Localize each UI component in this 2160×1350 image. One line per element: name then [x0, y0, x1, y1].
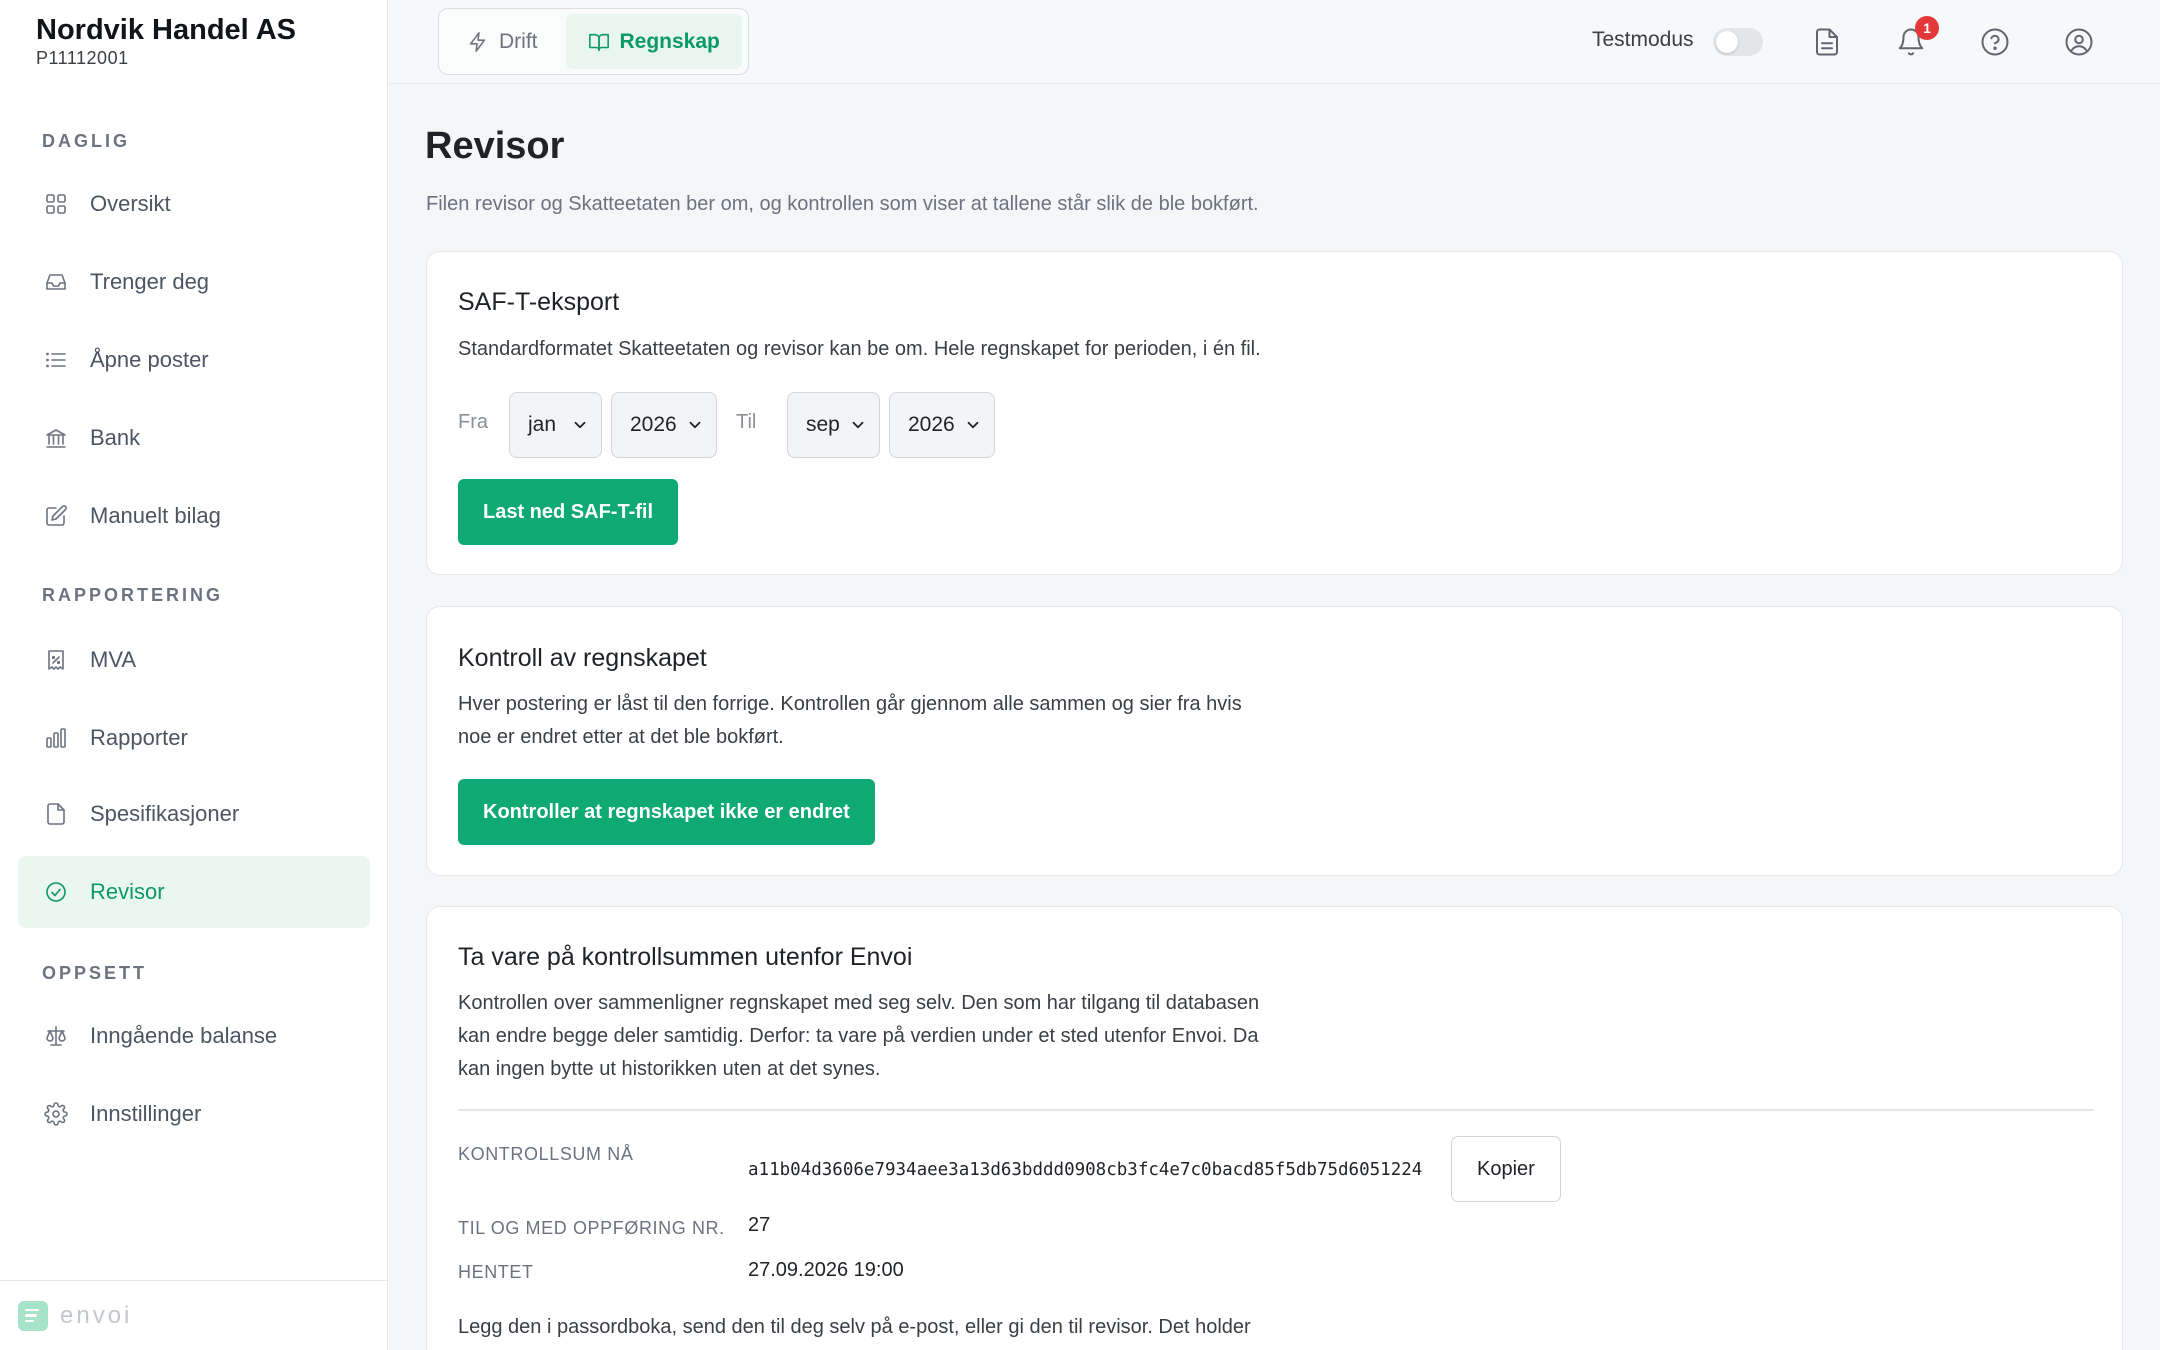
section-label-oppsett: OPPSETT [42, 963, 148, 983]
fetched-value: 27.09.2026 19:00 [748, 1259, 904, 1281]
mode-regnskap-label: Regnskap [619, 29, 720, 53]
saft-description: Standardformatet Skatteetaten og revisor… [458, 338, 1261, 360]
mode-regnskap-button[interactable]: Regnskap [565, 14, 742, 69]
mode-switch: Drift Regnskap [438, 8, 749, 75]
mode-drift-label: Drift [499, 29, 538, 53]
testmodus-label: Testmodus [1592, 28, 1694, 51]
receipt-percent-icon [42, 646, 70, 674]
envoi-logo-icon [18, 1300, 48, 1331]
copy-button[interactable]: Kopier [1451, 1136, 1561, 1202]
to-month-value: sep [806, 413, 840, 436]
document-icon[interactable] [1807, 22, 1847, 62]
org-id: P11112001 [36, 48, 129, 68]
sidebar-item-label: Inngående balanse [90, 1023, 278, 1048]
run-control-button[interactable]: Kontroller at regnskapet ikke er endret [458, 779, 875, 845]
checksum-title: Ta vare på kontrollsummen utenfor Envoi [458, 943, 913, 971]
chevron-down-icon [849, 416, 867, 434]
edit-icon [42, 502, 70, 530]
sidebar-item-inngaende-balanse[interactable]: Inngående balanse [18, 1000, 370, 1072]
toggle-knob [1716, 31, 1738, 53]
from-month-value: jan [528, 413, 557, 436]
sidebar-item-innstillinger[interactable]: Innstillinger [18, 1078, 370, 1150]
saft-title: SAF-T-eksport [458, 288, 620, 316]
to-label: Til [736, 411, 757, 433]
fetched-label: HENTET [458, 1262, 534, 1282]
check-circle-icon [42, 878, 70, 906]
sidebar-item-oversikt[interactable]: Oversikt [18, 168, 370, 240]
sidebar-item-spesifikasjoner[interactable]: Spesifikasjoner [18, 778, 370, 850]
sidebar-item-manuelt-bilag[interactable]: Manuelt bilag [18, 480, 370, 552]
control-description-line2: noe er endret etter at det ble bokført. [458, 726, 784, 748]
sidebar-item-label: Åpne poster [90, 347, 209, 372]
sidebar-item-label: Spesifikasjoner [90, 801, 240, 826]
checksum-value: a11b04d3606e7934aee3a13d63bddd0908cb3fc4… [748, 1160, 1423, 1180]
checksum-description-line1: Kontrollen over sammenligner regnskapet … [458, 992, 1260, 1014]
divider [458, 1109, 2094, 1111]
sidebar-footer: envoi [0, 1280, 388, 1350]
entry-value: 27 [748, 1214, 771, 1236]
checksum-label: KONTROLLSUM NÅ [458, 1144, 634, 1164]
user-icon[interactable] [2059, 22, 2099, 62]
sidebar: Nordvik Handel AS P11112001 DAGLIG Overs… [0, 0, 388, 1350]
sidebar-item-rapporter[interactable]: Rapporter [18, 702, 370, 774]
sidebar-item-revisor[interactable]: Revisor [18, 856, 370, 928]
testmodus-toggle[interactable] [1713, 28, 1763, 56]
section-label-daglig: DAGLIG [42, 131, 130, 151]
gear-icon [42, 1100, 70, 1128]
topbar: Drift Regnskap Testmodus 1 [389, 0, 2160, 84]
bar-chart-icon [42, 724, 70, 752]
control-card: Kontroll av regnskapet Hver postering er… [426, 606, 2123, 876]
download-saft-button[interactable]: Last ned SAF-T-fil [458, 479, 678, 545]
sidebar-item-label: Rapporter [90, 725, 188, 750]
from-year-value: 2026 [630, 413, 677, 436]
to-year-select[interactable]: 2026 [889, 392, 995, 458]
bell-icon[interactable]: 1 [1891, 16, 1939, 62]
brand-name: envoi [60, 1301, 133, 1329]
sidebar-item-label: Trenger deg [90, 269, 210, 294]
grid-icon [42, 190, 70, 218]
chevron-down-icon [571, 416, 589, 434]
checksum-description-line2: kan endre begge deler samtidig. Derfor: … [458, 1025, 1259, 1047]
scale-icon [42, 1022, 70, 1050]
to-year-value: 2026 [908, 413, 955, 436]
sidebar-item-label: MVA [90, 647, 137, 672]
saft-card: SAF-T-eksport Standardformatet Skatteeta… [426, 251, 2123, 575]
sidebar-item-label: Manuelt bilag [90, 503, 221, 528]
page-subtitle: Filen revisor og Skatteetaten ber om, og… [426, 193, 1259, 215]
sidebar-item-label: Bank [90, 425, 141, 450]
page-title: Revisor [425, 125, 565, 167]
checksum-footer-text: Legg den i passordboka, send den til deg… [458, 1316, 1251, 1338]
sidebar-item-label: Revisor [90, 879, 165, 904]
from-month-select[interactable]: jan [509, 392, 602, 458]
from-year-select[interactable]: 2026 [611, 392, 717, 458]
file-icon [42, 800, 70, 828]
entry-label: TIL OG MED OPPFØRING NR. [458, 1218, 725, 1238]
bank-icon [42, 424, 70, 452]
mode-drift-button[interactable]: Drift [445, 14, 560, 69]
checksum-description-line3: kan ingen bytte ut historikken uten at d… [458, 1058, 881, 1080]
sidebar-item-label: Innstillinger [90, 1101, 202, 1126]
sidebar-item-mva[interactable]: MVA [18, 624, 370, 696]
section-label-rapportering: RAPPORTERING [42, 585, 224, 605]
sidebar-item-trenger-deg[interactable]: Trenger deg [18, 246, 370, 318]
chevron-down-icon [964, 416, 982, 434]
from-label: Fra [458, 411, 488, 433]
chevron-down-icon [686, 416, 704, 434]
control-title: Kontroll av regnskapet [458, 644, 707, 672]
list-icon [42, 346, 70, 374]
notification-badge: 1 [1915, 16, 1939, 40]
sidebar-item-label: Oversikt [90, 191, 171, 216]
inbox-icon [42, 268, 70, 296]
org-name: Nordvik Handel AS [36, 14, 296, 46]
control-description-line1: Hver postering er låst til den forrige. … [458, 693, 1242, 715]
help-icon[interactable] [1975, 22, 2015, 62]
bolt-icon [469, 31, 486, 52]
sidebar-item-bank[interactable]: Bank [18, 402, 370, 474]
checksum-card: Ta vare på kontrollsummen utenfor Envoi … [426, 906, 2123, 1350]
book-icon [588, 33, 609, 51]
to-month-select[interactable]: sep [787, 392, 880, 458]
sidebar-item-apne-poster[interactable]: Åpne poster [18, 324, 370, 396]
